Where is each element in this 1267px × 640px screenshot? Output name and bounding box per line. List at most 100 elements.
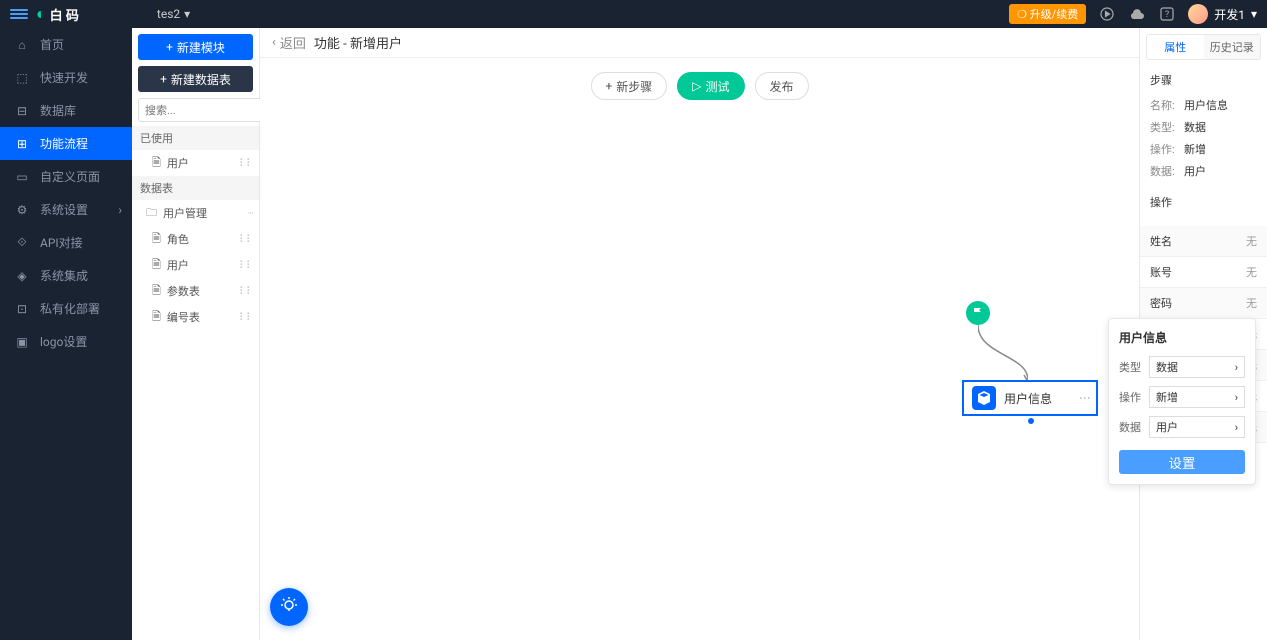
plus-icon: + (166, 40, 173, 54)
step-section-title: 步骤 (1150, 72, 1257, 88)
breadcrumb-path: 功能 - 新增用户 (314, 33, 402, 52)
op-row[interactable]: 姓名无 (1140, 226, 1267, 257)
tree-item-role[interactable]: 🗎角色⠇⠇ (132, 226, 259, 252)
integrate-icon: ◈ (14, 268, 30, 284)
nav-flow[interactable]: ⊞功能流程 (0, 127, 132, 160)
main-container: ⌂首页 ⬚快速开发 ⊟数据库 ⊞功能流程 ▭自定义页面 ⚙系统设置› ⟐API对… (0, 28, 1267, 640)
folder-icon: 🗀 (146, 204, 157, 223)
op-row[interactable]: 账号无 (1140, 257, 1267, 288)
popover-label-type: 类型 (1119, 359, 1149, 375)
node-handle[interactable] (1028, 418, 1034, 424)
breadcrumb: ‹返回 功能 - 新增用户 (260, 28, 1139, 58)
popover-title: 用户信息 (1119, 329, 1245, 346)
file-icon: 🗎 (152, 256, 161, 275)
section-datatable-title: 数据表 (132, 176, 259, 200)
more-icon[interactable]: ⠇⠇ (239, 157, 253, 170)
project-selector[interactable]: tes2 ▾ (157, 7, 190, 21)
op-row[interactable]: 密码无 (1140, 288, 1267, 319)
cloud-icon[interactable] (1128, 5, 1146, 23)
chevron-down-icon: ▾ (184, 7, 190, 21)
deploy-icon: ⊡ (14, 301, 30, 317)
chevron-right-icon: › (118, 203, 122, 217)
node-menu-icon[interactable]: ⋮ (1078, 392, 1092, 404)
chevron-right-icon: › (1235, 361, 1238, 374)
start-node[interactable] (966, 301, 990, 325)
popover-select-data[interactable]: 用户› (1149, 416, 1245, 438)
logo-text: 白 码 (50, 5, 79, 24)
file-icon: 🗎 (152, 230, 161, 249)
help-fab[interactable] (270, 588, 308, 626)
new-datatable-button[interactable]: +新建数据表 (138, 66, 253, 92)
nav-quickdev[interactable]: ⬚快速开发 (0, 61, 132, 94)
play-icon[interactable] (1098, 5, 1116, 23)
more-icon[interactable]: ··· (247, 207, 253, 220)
flag-icon (972, 307, 984, 319)
nav-api[interactable]: ⟐API对接 (0, 226, 132, 259)
tree-item-user[interactable]: 🗎用户⠇⠇ (132, 252, 259, 278)
popover-select-op[interactable]: 新增› (1149, 386, 1245, 408)
properties-tabs: 属性 历史记录 (1146, 34, 1261, 60)
upgrade-button[interactable]: ❍ 升级/续费 (1009, 4, 1086, 24)
tree-item-number[interactable]: 🗎编号表⠇⠇ (132, 304, 259, 330)
more-icon[interactable]: ⠇⠇ (239, 259, 253, 272)
nav-home[interactable]: ⌂首页 (0, 28, 132, 61)
file-icon: 🗎 (152, 308, 161, 327)
chevron-right-icon: › (1235, 391, 1238, 404)
back-button[interactable]: ‹返回 (272, 33, 306, 52)
chevron-left-icon: ‹ (272, 35, 276, 50)
nav-logo[interactable]: ▣logo设置 (0, 325, 132, 358)
header-left: ◐ 白 码 tes2 ▾ (10, 4, 190, 24)
section-used-title: 已使用 (132, 126, 259, 150)
popover-label-data: 数据 (1119, 419, 1149, 435)
help-icon[interactable]: ? (1158, 5, 1176, 23)
primary-sidebar: ⌂首页 ⬚快速开发 ⊟数据库 ⊞功能流程 ▭自定义页面 ⚙系统设置› ⟐API对… (0, 28, 132, 640)
gear-icon: ⚙ (14, 202, 30, 218)
logo-icon: ◐ (36, 4, 46, 24)
cube-icon: ⬚ (14, 70, 30, 86)
page-icon: ▭ (14, 169, 30, 185)
flow-canvas[interactable]: 用户信息 ⋮ 用户信息 类型 数据› 操作 新增› 数据 用户› 设置 (260, 58, 1139, 640)
header-right: ❍ 升级/续费 ? 开发1 ▾ (1009, 4, 1257, 24)
op-section-title: 操作 (1150, 194, 1257, 210)
more-icon[interactable]: ⠇⠇ (239, 285, 253, 298)
plus-icon: + (160, 72, 167, 86)
logo-settings-icon: ▣ (14, 334, 30, 350)
tab-history[interactable]: 历史记录 (1204, 35, 1261, 59)
nav-settings[interactable]: ⚙系统设置› (0, 193, 132, 226)
app-logo: ◐ 白 码 (36, 4, 79, 24)
new-module-button[interactable]: +新建模块 (138, 34, 253, 60)
nav-database[interactable]: ⊟数据库 (0, 94, 132, 127)
flow-node-userinfo[interactable]: 用户信息 ⋮ (962, 380, 1098, 416)
nav-deploy[interactable]: ⊡私有化部署 (0, 292, 132, 325)
cube-icon (972, 386, 996, 410)
user-menu[interactable]: 开发1 ▾ (1188, 4, 1257, 24)
avatar (1188, 4, 1208, 24)
more-icon[interactable]: ⠇⠇ (239, 233, 253, 246)
svg-text:?: ? (1165, 10, 1169, 20)
more-icon[interactable]: ⠇⠇ (239, 311, 253, 324)
nav-custompage[interactable]: ▭自定义页面 (0, 160, 132, 193)
chevron-right-icon: › (1235, 421, 1238, 434)
home-icon: ⌂ (14, 37, 30, 53)
secondary-panel: +新建模块 +新建数据表 已使用 🗎用户⠇⠇ 数据表 🗀用户管理··· 🗎角色⠇… (132, 28, 260, 640)
popover-label-op: 操作 (1119, 389, 1149, 405)
lightbulb-icon (279, 597, 299, 617)
tab-attributes[interactable]: 属性 (1147, 35, 1204, 59)
file-icon: 🗎 (152, 154, 161, 173)
flow-icon: ⊞ (14, 136, 30, 152)
file-icon: 🗎 (152, 282, 161, 301)
tree-item-params[interactable]: 🗎参数表⠇⠇ (132, 278, 259, 304)
popover-settings-button[interactable]: 设置 (1119, 450, 1245, 474)
nav-integration[interactable]: ◈系统集成 (0, 259, 132, 292)
node-popover: 用户信息 类型 数据› 操作 新增› 数据 用户› 设置 (1108, 318, 1256, 485)
tree-folder-usermgmt[interactable]: 🗀用户管理··· (132, 200, 259, 226)
api-icon: ⟐ (14, 235, 30, 251)
node-title: 用户信息 (1004, 390, 1052, 407)
app-header: ◐ 白 码 tes2 ▾ ❍ 升级/续费 ? 开发1 ▾ (0, 0, 1267, 28)
popover-select-type[interactable]: 数据› (1149, 356, 1245, 378)
chevron-down-icon: ▾ (1251, 7, 1257, 21)
canvas-area: ‹返回 功能 - 新增用户 +新步骤 ▷测试 发布 用户信息 ⋮ 用户信息 (260, 28, 1139, 640)
tree-item-user-used[interactable]: 🗎用户⠇⠇ (132, 150, 259, 176)
database-icon: ⊟ (14, 103, 30, 119)
menu-toggle-button[interactable] (10, 5, 28, 23)
